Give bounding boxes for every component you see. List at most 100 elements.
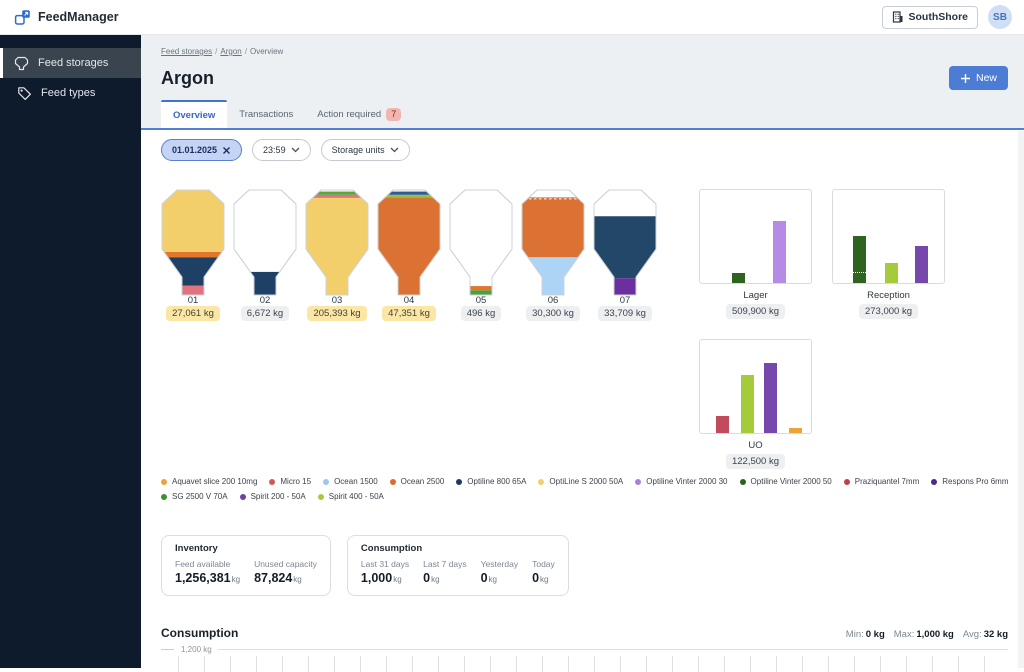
silo-unit-07[interactable]: 07 33,709 kg	[593, 189, 657, 321]
legend-dot	[269, 479, 275, 485]
feed-bar	[853, 236, 866, 283]
tab-bar: Overview Transactions Action required7	[161, 100, 1024, 128]
silo-unit-06[interactable]: 06 30,300 kg	[521, 189, 585, 321]
legend-item: Ocean 2500	[390, 477, 445, 487]
feed-bar	[741, 375, 754, 433]
scrollbar[interactable]	[1018, 131, 1024, 668]
tab-action-required[interactable]: Action required7	[305, 100, 413, 128]
legend-dot	[740, 479, 746, 485]
legend-item: Optiline 800 65A	[456, 477, 526, 487]
tab-overview[interactable]: Overview	[161, 100, 227, 128]
consumption-metrics: Last 31 days 1,000kgLast 7 days 0kgYeste…	[361, 559, 555, 587]
feed-bar	[764, 363, 777, 433]
silo-graphic	[161, 189, 225, 296]
avatar[interactable]: SB	[988, 5, 1012, 29]
chart-box	[699, 339, 812, 434]
metric-yesterday: Yesterday 0kg	[481, 559, 519, 587]
feed-bar	[732, 273, 745, 283]
consumption-card: Consumption Last 31 days 1,000kgLast 7 d…	[347, 535, 569, 596]
silo-row: 01 27,061 kg 02 6,672 kg 03 205,393 kg 0…	[161, 189, 657, 321]
stat-avg: Avg:32 kg	[963, 629, 1008, 640]
axis-tick	[161, 649, 174, 650]
filter-bar: 01.01.2025 23:59 Storage units	[161, 139, 1008, 161]
silo-unit-03[interactable]: 03 205,393 kg	[305, 189, 369, 321]
silo-label: 02	[260, 296, 271, 305]
legend-item: SG 2500 V 70A	[161, 492, 228, 502]
chart-name: Lager	[743, 291, 767, 301]
silo-graphic	[305, 189, 369, 296]
metric-feed-available: Feed available 1,256,381kg	[175, 559, 240, 587]
sidebar-item-feed-storages[interactable]: Feed storages	[0, 48, 141, 78]
silo-unit-05[interactable]: 05 496 kg	[449, 189, 513, 321]
breadcrumb-feed-storages[interactable]: Feed storages	[161, 47, 212, 56]
silo-graphic	[521, 189, 585, 296]
storage-chart-lager[interactable]: Lager 509,900 kg	[699, 189, 812, 319]
date-filter-value: 01.01.2025	[172, 145, 217, 155]
legend-item: Praziquantel 7mm	[844, 477, 919, 487]
feed-bar	[716, 416, 729, 433]
silo-label: 06	[548, 296, 559, 305]
silo-graphic	[593, 189, 657, 296]
feed-storage-icon	[14, 56, 29, 71]
org-selector-button[interactable]: SouthShore	[882, 6, 979, 29]
tab-transactions[interactable]: Transactions	[227, 100, 305, 128]
inventory-card-title: Inventory	[175, 543, 317, 554]
silo-unit-01[interactable]: 01 27,061 kg	[161, 189, 225, 321]
metric-last-31-days: Last 31 days 1,000kg	[361, 559, 409, 587]
consumption-section-title: Consumption	[161, 626, 238, 641]
building-icon	[892, 11, 903, 23]
app-title: FeedManager	[38, 10, 119, 24]
chart-name: Reception	[867, 291, 910, 301]
previous-level-marker	[853, 272, 866, 273]
gridline	[218, 649, 1008, 650]
legend-dot	[931, 479, 937, 485]
storage-units-filter-chip[interactable]: Storage units	[321, 139, 410, 161]
sidebar-item-feed-types[interactable]: Feed types	[0, 78, 141, 108]
consumption-chart-axis: 1,200 kg	[161, 645, 1008, 654]
feed-bar	[789, 428, 802, 433]
chart-value: 122,500 kg	[726, 454, 785, 469]
metric-today: Today 0kg	[532, 559, 555, 587]
app-logo: FeedManager	[14, 9, 119, 26]
storage-chart-uo[interactable]: UO 122,500 kg	[699, 339, 812, 469]
feed-type-legend: Aquavet slice 200 10mgMicro 15Ocean 1500…	[161, 477, 1008, 502]
legend-item: Ocean 1500	[323, 477, 378, 487]
breadcrumb-argon[interactable]: Argon	[220, 47, 241, 56]
feed-bar	[773, 221, 786, 283]
topbar: FeedManager SouthShore SB	[0, 0, 1024, 35]
feed-bar	[885, 263, 898, 283]
silo-graphic	[233, 189, 297, 296]
main-panel: Feed storages/Argon/Overview Argon New O…	[141, 35, 1024, 668]
chart-name: UO	[748, 441, 762, 451]
page-header: Feed storages/Argon/Overview Argon New O…	[141, 35, 1024, 130]
sidebar-item-label: Feed types	[41, 87, 95, 99]
chart-box	[832, 189, 945, 284]
silo-unit-04[interactable]: 04 47,351 kg	[377, 189, 441, 321]
sidebar: Feed storages Feed types	[0, 35, 141, 668]
legend-item: Spirit 200 - 50A	[240, 492, 306, 502]
silo-value: 205,393 kg	[307, 306, 366, 321]
storage-chart-reception[interactable]: Reception 273,000 kg	[832, 189, 945, 319]
chart-value: 509,900 kg	[726, 304, 785, 319]
silo-unit-02[interactable]: 02 6,672 kg	[233, 189, 297, 321]
consumption-card-title: Consumption	[361, 543, 555, 554]
consumption-stats: Min:0 kgMax:1,000 kgAvg:32 kg	[846, 629, 1008, 640]
time-filter-chip[interactable]: 23:59	[252, 139, 311, 161]
new-button[interactable]: New	[949, 66, 1008, 90]
silo-value: 6,672 kg	[241, 306, 289, 321]
summary-cards: Inventory Feed available 1,256,381kg Unu…	[161, 535, 1008, 596]
storage-units-filter-value: Storage units	[332, 145, 385, 155]
new-button-label: New	[976, 72, 997, 84]
legend-row: SG 2500 V 70ASpirit 200 - 50ASpirit 400 …	[161, 492, 1008, 502]
date-filter-chip[interactable]: 01.01.2025	[161, 139, 242, 161]
close-icon[interactable]	[222, 146, 231, 155]
legend-dot	[390, 479, 396, 485]
legend-dot	[456, 479, 462, 485]
legend-dot	[161, 479, 167, 485]
storage-visualization: 01 27,061 kg 02 6,672 kg 03 205,393 kg 0…	[161, 189, 1008, 477]
overview-content: 01.01.2025 23:59 Storage units	[141, 130, 1024, 672]
legend-item: Optiline Vinter 2000 50	[740, 477, 832, 487]
feed-bar	[915, 246, 928, 283]
metric-unused-capacity: Unused capacity 87,824kg	[254, 559, 317, 587]
action-required-badge: 7	[386, 108, 401, 121]
